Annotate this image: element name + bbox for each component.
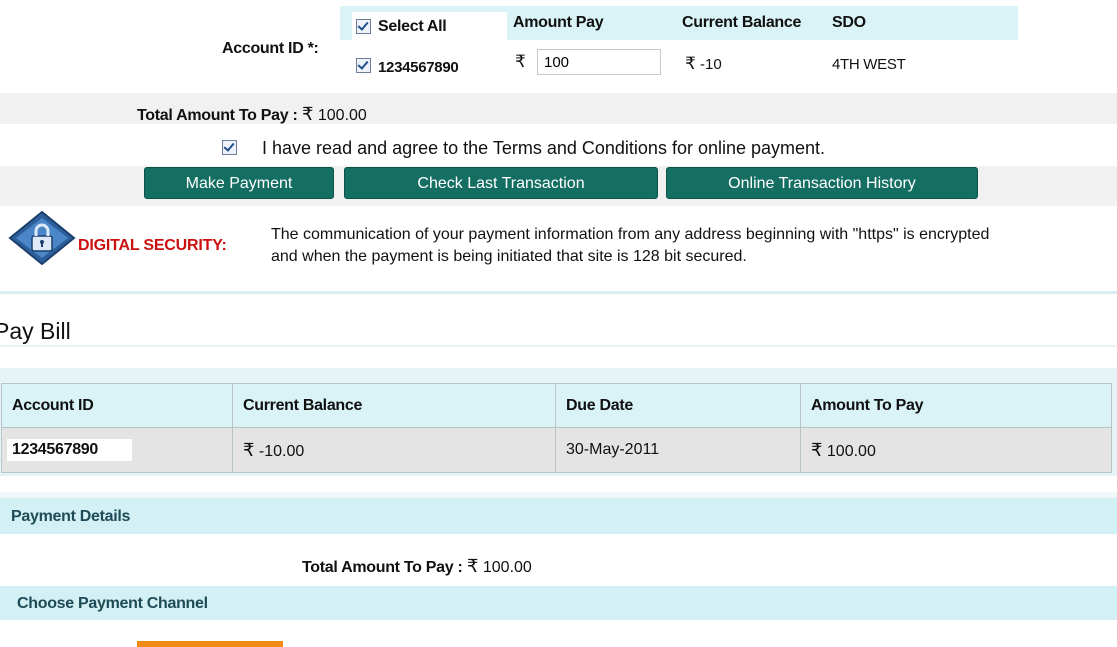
table-row: 1234567890 ₹ -10.00 30-May-2011 ₹ 100.00 [1, 427, 1112, 473]
terms-checkbox[interactable] [222, 140, 237, 155]
security-text-line1: The communication of your payment inform… [271, 226, 990, 243]
account-id-cell[interactable]: 1234567890 [352, 44, 507, 88]
make-payment-button[interactable]: Make Payment [144, 167, 334, 199]
total-amount-top: Total Amount To Pay : ₹ 100.00 [137, 104, 367, 125]
security-text-line2: and when the payment is being initiated … [271, 248, 747, 265]
select-all-cell[interactable]: Select All [352, 12, 507, 44]
bill-amount: 100.00 [826, 442, 876, 460]
bill-balance: -10.00 [258, 442, 305, 460]
rupee-icon: ₹ [685, 54, 696, 74]
cell-amount-to-pay: ₹ 100.00 [800, 427, 1112, 473]
bill-table-header: Account ID Current Balance Due Date Amou… [1, 383, 1112, 428]
col-amount-to-pay: Amount To Pay [800, 383, 1112, 428]
rupee-icon: ₹ [515, 52, 526, 72]
title-divider [0, 345, 1117, 347]
total-amount-label: Total Amount To Pay : [302, 559, 463, 576]
rupee-icon: ₹ [243, 439, 255, 461]
payment-details-header [0, 498, 1117, 534]
payment-channel-option[interactable] [137, 641, 283, 647]
total-amount-details: Total Amount To Pay : ₹ 100.00 [302, 556, 532, 577]
current-balance-value: ₹ -10 [685, 54, 722, 74]
account-checkbox[interactable] [356, 58, 371, 73]
total-amount-label: Total Amount To Pay : [137, 107, 298, 124]
balance-amount: -10 [700, 56, 722, 73]
bill-table: Account ID Current Balance Due Date Amou… [1, 383, 1112, 473]
col-due-date: Due Date [555, 383, 801, 428]
terms-text: I have read and agree to the Terms and C… [262, 138, 826, 158]
payment-channel-title: Choose Payment Channel [17, 595, 208, 612]
select-all-label: Select All [378, 18, 447, 35]
col-account-id: Account ID [1, 383, 233, 428]
amount-pay-header: Amount Pay [513, 14, 604, 31]
sdo-header: SDO [832, 14, 866, 31]
sdo-value: 4TH WEST [832, 56, 906, 73]
digital-security-label: DIGITAL SECURITY: [78, 237, 227, 254]
total-amount-value: 100.00 [482, 559, 532, 576]
cell-account-id: 1234567890 [1, 427, 233, 473]
rupee-icon: ₹ [811, 439, 823, 461]
terms-row: I have read and agree to the Terms and C… [222, 138, 825, 159]
rupee-icon: ₹ [301, 104, 314, 125]
total-amount-value: 100.00 [317, 107, 367, 124]
col-current-balance: Current Balance [232, 383, 556, 428]
select-all-checkbox[interactable] [356, 19, 371, 34]
cell-due-date: 30-May-2011 [555, 427, 801, 473]
cell-current-balance: ₹ -10.00 [232, 427, 556, 473]
check-last-transaction-button[interactable]: Check Last Transaction [344, 167, 658, 199]
account-id-value: 1234567890 [378, 59, 459, 76]
current-balance-header: Current Balance [682, 14, 802, 31]
rupee-icon: ₹ [466, 556, 479, 577]
payment-details-title: Payment Details [11, 508, 131, 525]
amount-pay-input[interactable] [537, 49, 661, 75]
pay-bill-title: Pay Bill [0, 318, 71, 344]
padlock-shield-icon [8, 210, 76, 266]
security-text: The communication of your payment inform… [271, 224, 1101, 268]
bill-account-id: 1234567890 [7, 439, 132, 461]
online-transaction-history-button[interactable]: Online Transaction History [666, 167, 978, 199]
account-id-label: Account ID *: [222, 40, 319, 57]
